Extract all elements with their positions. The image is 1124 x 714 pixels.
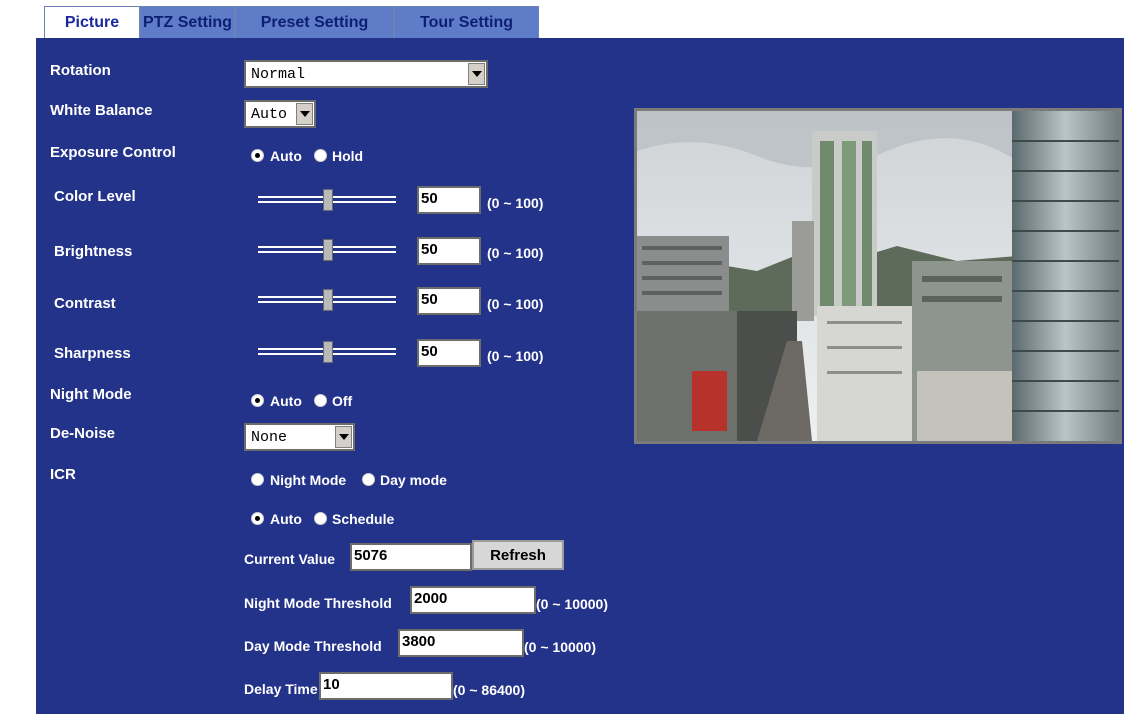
exposure-control-label: Exposure Control — [50, 144, 176, 161]
slider-handle[interactable] — [323, 189, 333, 211]
icr-schedule-radio[interactable] — [314, 512, 327, 525]
night-mode-off-label: Off — [332, 393, 353, 409]
chevron-down-icon — [468, 63, 485, 85]
day-mode-threshold-range: (0 ~ 10000) — [524, 639, 596, 655]
delay-time-input[interactable]: 10 — [319, 672, 453, 700]
brightness-label: Brightness — [54, 243, 133, 260]
camera-preview — [634, 108, 1122, 444]
icr-night-mode-label: Night Mode — [270, 472, 347, 488]
exposure-hold-radio[interactable] — [314, 149, 327, 162]
white-balance-label: White Balance — [50, 102, 153, 119]
brightness-range: (0 ~ 100) — [487, 245, 544, 261]
slider-handle[interactable] — [323, 289, 333, 311]
rotation-value: Normal — [251, 66, 306, 83]
night-mode-label: Night Mode — [50, 386, 132, 403]
icr-day-mode-label: Day mode — [380, 472, 447, 488]
rotation-select[interactable]: Normal — [244, 60, 488, 88]
icr-auto-label: Auto — [270, 511, 302, 527]
icr-schedule-label: Schedule — [332, 511, 395, 527]
contrast-input[interactable]: 50 — [417, 287, 481, 315]
night-mode-threshold-input[interactable]: 2000 — [410, 586, 536, 614]
exposure-auto-label: Auto — [270, 148, 302, 164]
delay-time-range: (0 ~ 86400) — [453, 682, 525, 698]
icr-label: ICR — [50, 466, 76, 483]
night-mode-off-radio[interactable] — [314, 394, 327, 407]
contrast-range: (0 ~ 100) — [487, 296, 544, 312]
sharpness-range: (0 ~ 100) — [487, 348, 544, 364]
contrast-label: Contrast — [54, 295, 116, 312]
night-mode-auto-label: Auto — [270, 393, 302, 409]
current-value-input[interactable]: 5076 — [350, 543, 472, 571]
chevron-down-icon — [296, 103, 313, 125]
brightness-input[interactable]: 50 — [417, 237, 481, 265]
sharpness-input[interactable]: 50 — [417, 339, 481, 367]
white-balance-value: Auto — [251, 106, 288, 123]
day-mode-threshold-input[interactable]: 3800 — [398, 629, 524, 657]
tab-ptz-setting[interactable]: PTZ Setting — [140, 6, 235, 38]
color-level-label: Color Level — [54, 188, 136, 205]
de-noise-select[interactable]: None — [244, 423, 355, 451]
slider-handle[interactable] — [323, 239, 333, 261]
night-mode-auto-radio[interactable] — [251, 394, 264, 407]
icr-auto-radio[interactable] — [251, 512, 264, 525]
brightness-slider[interactable] — [258, 239, 396, 261]
icr-day-mode-radio[interactable] — [362, 473, 375, 486]
color-level-range: (0 ~ 100) — [487, 195, 544, 211]
tab-preset-setting[interactable]: Preset Setting — [235, 6, 394, 38]
contrast-slider[interactable] — [258, 289, 396, 311]
slider-handle[interactable] — [323, 341, 333, 363]
night-mode-threshold-label: Night Mode Threshold — [244, 595, 392, 611]
color-level-input[interactable]: 50 — [417, 186, 481, 214]
tab-tour-setting[interactable]: Tour Setting — [394, 6, 539, 38]
de-noise-label: De-Noise — [50, 425, 116, 442]
icr-night-mode-radio[interactable] — [251, 473, 264, 486]
color-level-slider[interactable] — [258, 189, 396, 211]
de-noise-value: None — [251, 429, 288, 446]
day-mode-threshold-label: Day Mode Threshold — [244, 638, 382, 654]
sharpness-slider[interactable] — [258, 341, 396, 363]
rotation-label: Rotation — [50, 62, 111, 79]
tab-picture[interactable]: Picture — [44, 6, 140, 38]
exposure-hold-label: Hold — [332, 148, 364, 164]
current-value-label: Current Value — [244, 551, 336, 567]
tab-bar: Picture PTZ Setting Preset Setting Tour … — [44, 6, 539, 38]
sharpness-label: Sharpness — [54, 345, 131, 362]
white-balance-select[interactable]: Auto — [244, 100, 316, 128]
night-mode-threshold-range: (0 ~ 10000) — [536, 596, 608, 612]
city-scene-image — [637, 111, 1119, 441]
chevron-down-icon — [335, 426, 352, 448]
refresh-button[interactable]: Refresh — [472, 540, 564, 570]
delay-time-label: Delay Time — [244, 681, 318, 697]
exposure-auto-radio[interactable] — [251, 149, 264, 162]
